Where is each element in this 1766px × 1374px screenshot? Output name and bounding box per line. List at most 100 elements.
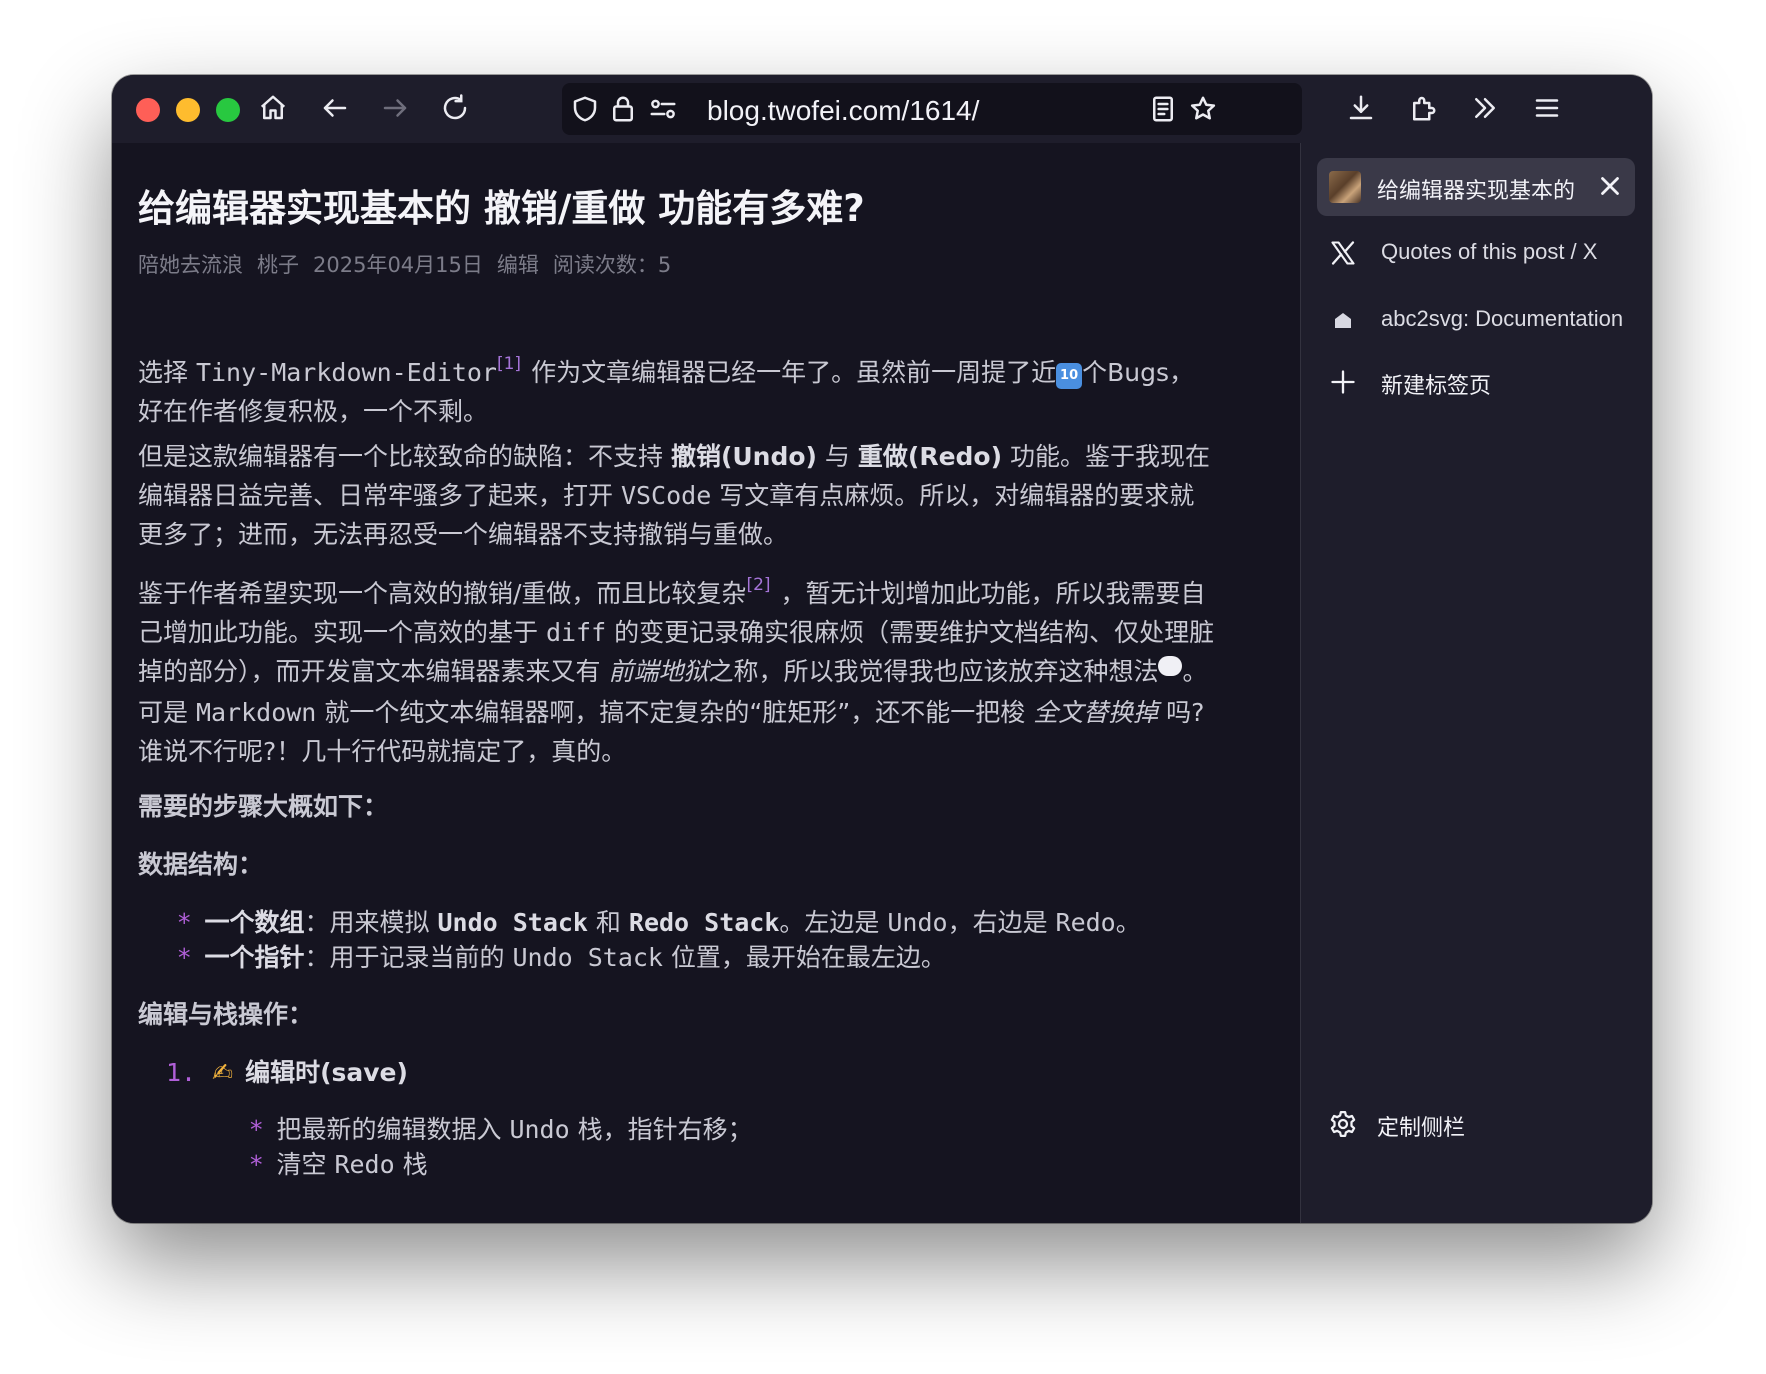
permissions-icon[interactable] — [648, 94, 678, 128]
forward-button[interactable] — [374, 89, 416, 131]
bullet-marker: * — [250, 1150, 263, 1179]
reload-button[interactable] — [434, 89, 476, 131]
new-tab-button[interactable]: 新建标签页 — [1327, 364, 1637, 404]
paragraph-2: 但是这款编辑器有一个比较致命的缺陷：不支持 撤销(Undo) 与 重做(Redo… — [138, 437, 1288, 554]
bullet-marker: * — [250, 1115, 263, 1144]
p2-redo: 重做(Redo) — [857, 442, 1003, 471]
sidebar-tab-x[interactable]: Quotes of this post / X — [1327, 235, 1637, 275]
meta-edit-link[interactable]: 编辑 — [497, 253, 539, 277]
p4-replace: 全文替换掉 — [1033, 698, 1159, 727]
abc2svg-site-icon — [1327, 304, 1359, 336]
p2-line-3: 更多了；进而，无法再忍受一个编辑器不支持撤销与重做。 — [138, 520, 789, 549]
bookmark-star-icon[interactable] — [1188, 94, 1218, 128]
footnote-ref-1[interactable]: [1] — [497, 354, 521, 374]
paragraph-1: 选择 Tiny-Markdown-Editor[1] 作为文章编辑器已经一年了。虽… — [138, 345, 1288, 431]
address-bar[interactable]: blog.twofei.com/1614/ — [562, 83, 1302, 135]
p1-text-b: 作为文章编辑器已经一年了。虽然前一周提了近 — [531, 358, 1057, 387]
sidebar-tab-label: 给编辑器实现基本的 撤销/重做 功能有多难? — [1377, 179, 1582, 204]
p1-code: Tiny-Markdown-Editor — [195, 358, 497, 387]
list-text: ，右边是 — [947, 908, 1056, 937]
shield-icon[interactable] — [570, 94, 600, 128]
plus-icon — [1327, 366, 1359, 398]
download-icon — [1346, 93, 1376, 127]
p2-line-2a: 编辑器日益完善、日常牢骚多了起来，打开 — [138, 481, 621, 510]
app-menu-button[interactable] — [1526, 89, 1568, 131]
heading-operations: 编辑与栈操作： — [138, 1000, 314, 1029]
extensions-button[interactable] — [1402, 89, 1444, 131]
zoom-window-button[interactable] — [216, 98, 240, 122]
p3-line-3c: 。 — [1182, 657, 1208, 686]
p4-text-b: 就一个纯文本编辑器啊，搞不定复杂的“脏矩形”，还不能一把梭 — [316, 698, 1034, 727]
thought-bubble-emoji — [1158, 656, 1183, 676]
meta-category[interactable]: 桃子 — [257, 253, 299, 277]
close-tab-button[interactable] — [1595, 171, 1625, 201]
sidebar-tab-active[interactable]: 给编辑器实现基本的 撤销/重做 功能有多难? — [1317, 158, 1635, 216]
browser-window: blog.twofei.com/1614/ 给编辑器实现基本的 撤销/重做 功能… — [112, 75, 1652, 1223]
close-icon — [1595, 177, 1625, 205]
browser-toolbar: blog.twofei.com/1614/ — [112, 75, 1652, 143]
list-item: * 一个数组：用来模拟 Undo Stack 和 Redo Stack。左边是 U… — [178, 903, 1141, 939]
list-text: 。左边是 — [779, 908, 888, 937]
p1-text-c: 个Bugs， — [1082, 358, 1194, 387]
list-code: Redo — [334, 1150, 395, 1179]
close-window-button[interactable] — [136, 98, 160, 122]
list-code: Undo — [509, 1115, 570, 1144]
sidebar-tab-label: Quotes of this post / X — [1381, 239, 1598, 264]
p2-and: 与 — [816, 442, 858, 471]
reload-icon — [440, 93, 470, 127]
minimize-window-button[interactable] — [176, 98, 200, 122]
list-text: 清空 — [276, 1150, 335, 1179]
meta-reads-label: 阅读次数： — [552, 253, 658, 277]
vertical-tabs-sidebar: 给编辑器实现基本的 撤销/重做 功能有多难? Quotes of this po… — [1300, 143, 1652, 1223]
reader-view-icon[interactable] — [1148, 94, 1178, 128]
bullet-marker: * — [178, 943, 191, 972]
heading-data-structure: 数据结构： — [138, 850, 264, 879]
p4-line-2: 谁说不行呢?！几十行代码就搞定了，真的。 — [138, 737, 627, 766]
meta-author[interactable]: 陪她去流浪 — [138, 253, 243, 277]
p4-text-a: 可是 — [138, 698, 196, 727]
back-button[interactable] — [314, 89, 356, 131]
ordered-list-number: 1. — [166, 1058, 197, 1087]
p2-text-b: 功能。鉴于我现在 — [1002, 442, 1210, 471]
p3-line-2b: 的变更记录确实很麻烦（需要维护文档结构、仅处理脏 — [606, 618, 1215, 647]
x-logo-icon — [1327, 237, 1359, 269]
url-text[interactable]: blog.twofei.com/1614/ — [707, 95, 979, 127]
customize-sidebar-button[interactable]: 定制侧栏 — [1327, 1106, 1527, 1146]
meta-reads-count: 5 — [657, 253, 672, 277]
p3-text-b: ，暂无计划增加此功能，所以我需要自 — [780, 579, 1206, 608]
list-text: ：用于记录当前的 — [304, 943, 513, 972]
heading-steps: 需要的步骤大概如下： — [138, 792, 389, 821]
new-tab-label: 新建标签页 — [1381, 374, 1492, 399]
tab-favicon — [1329, 171, 1361, 203]
list-text: 。 — [1115, 908, 1141, 937]
overflow-button[interactable] — [1464, 89, 1506, 131]
keycap-ten-emoji: 10 — [1056, 363, 1083, 389]
list-term: 一个指针 — [204, 943, 305, 972]
ordered-list-item: 1. ✍ 编辑时(save) — [166, 1053, 408, 1089]
writing-hand-emoji: ✍ — [212, 1058, 234, 1087]
p1-line-2: 好在作者修复积极，一个不剩。 — [138, 397, 489, 426]
list-code: Redo — [1055, 908, 1116, 937]
p4-markdown: Markdown — [195, 698, 317, 727]
paragraph-3: 鉴于作者希望实现一个高效的撤销/重做，而且比较复杂[2] ，暂无计划增加此功能，所… — [138, 566, 1288, 691]
bullet-marker: * — [178, 908, 191, 937]
meta-date: 2025年04月15日 — [313, 253, 483, 277]
lock-icon[interactable] — [608, 94, 638, 128]
p2-text-a: 但是这款编辑器有一个比较致命的缺陷：不支持 — [138, 442, 671, 471]
ordered-list-label: 编辑时(save) — [245, 1058, 408, 1087]
sidebar-tab-abc2svg[interactable]: abc2svg: Documentation — [1327, 302, 1637, 342]
article-meta: 陪她去流浪 桃子 2025年04月15日 编辑 阅读次数：5 — [138, 249, 685, 279]
p3-line-2a: 己增加此功能。实现一个高效的基于 — [138, 618, 546, 647]
p3-diff: diff — [545, 618, 607, 647]
list-item: * 清空 Redo 栈 — [250, 1145, 428, 1181]
footnote-ref-2[interactable]: [2] — [746, 575, 770, 595]
home-button[interactable] — [252, 89, 294, 131]
list-text: 栈，指针右移； — [569, 1115, 753, 1144]
list-item: * 把最新的编辑数据入 Undo 栈，指针右移； — [250, 1110, 753, 1146]
downloads-button[interactable] — [1340, 89, 1382, 131]
overflow-icon — [1470, 93, 1500, 127]
page-content[interactable]: 给编辑器实现基本的 撤销/重做 功能有多难? 陪她去流浪 桃子 2025年04月15… — [112, 143, 1300, 1223]
list-code: Redo Stack — [628, 908, 780, 937]
paragraph-4: 可是 Markdown 就一个纯文本编辑器啊，搞不定复杂的“脏矩形”，还不能一把… — [138, 693, 1288, 771]
p3-line-3a: 掉的部分），而开发富文本编辑器素来又有 — [138, 657, 609, 686]
